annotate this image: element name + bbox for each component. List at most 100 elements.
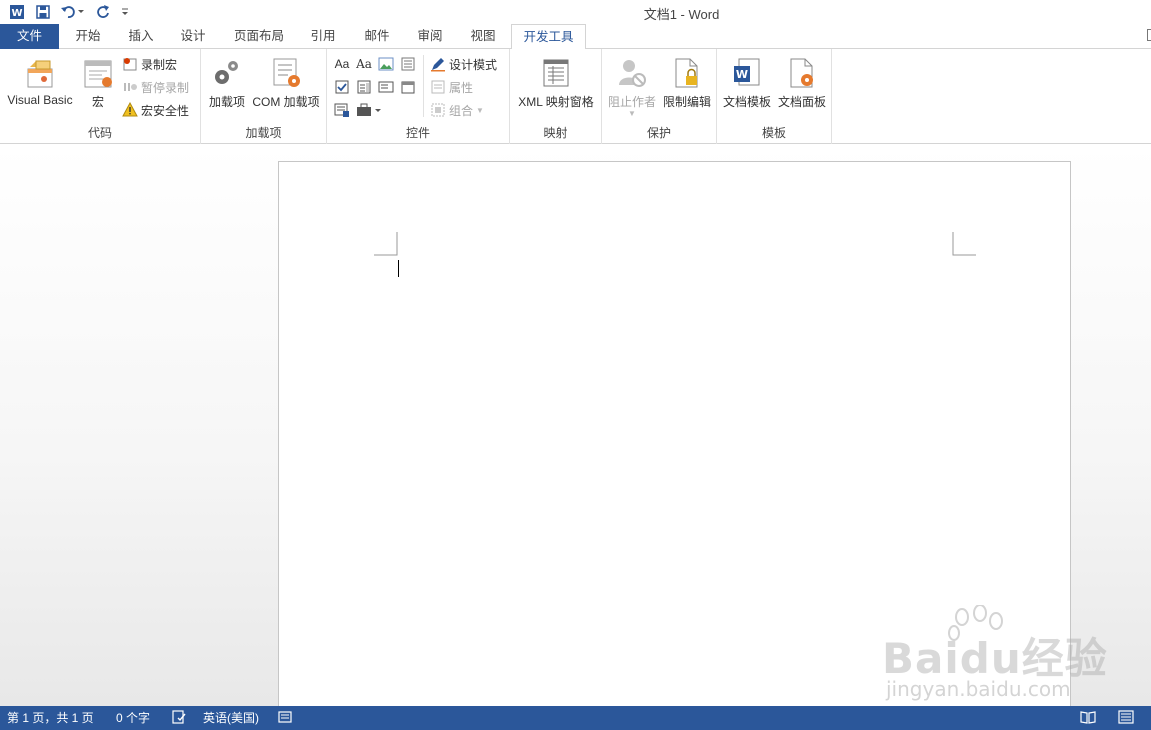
title-bar: W 文档1 - Word: [0, 0, 1151, 24]
document-panel-label: 文档面板: [777, 95, 826, 109]
print-layout-icon[interactable]: [1118, 710, 1134, 726]
svg-text:W: W: [11, 8, 22, 19]
tab-developer[interactable]: 开发工具: [511, 24, 586, 50]
pause-recording-button[interactable]: 暂停录制: [122, 77, 189, 97]
watermark-url: jingyan.baidu.com: [886, 677, 1071, 701]
macros-icon: [81, 53, 115, 89]
warning-icon: [122, 102, 138, 118]
tab-references[interactable]: 引用: [300, 24, 346, 49]
tab-file[interactable]: 文件: [0, 24, 59, 49]
restrict-editing-icon: [670, 53, 704, 89]
com-addins-icon: [269, 53, 303, 89]
document-area: Baidu经验 jingyan.baidu.com: [0, 145, 1151, 706]
block-authors-button[interactable]: 阻止作者 ▼: [606, 53, 658, 118]
watermark: Baidu经验 jingyan.baidu.com: [880, 605, 1120, 705]
tab-view[interactable]: 视图: [460, 24, 506, 49]
margin-corner-top-left: [374, 232, 398, 256]
document-template-icon: W: [730, 53, 764, 89]
customize-qat-icon[interactable]: [118, 2, 132, 22]
group-code-label: 代码: [87, 126, 112, 140]
group-label: 组合: [449, 103, 474, 118]
group-mapping-label: 映射: [543, 126, 568, 140]
tab-page-layout[interactable]: 页面布局: [224, 24, 294, 49]
visual-basic-label: Visual Basic: [7, 93, 73, 107]
group-addins: 加载项 COM 加载项 加载项: [201, 49, 327, 144]
gears-icon: [210, 53, 244, 89]
rich-text-control[interactable]: Aa: [333, 55, 351, 73]
building-block-control-icon[interactable]: [399, 55, 417, 73]
controls-divider: [423, 55, 424, 117]
word-count[interactable]: 0 个字: [116, 710, 150, 726]
save-icon[interactable]: [32, 2, 54, 22]
visual-basic-button[interactable]: Visual Basic: [4, 53, 76, 107]
tab-home[interactable]: 开始: [64, 24, 112, 49]
macro-recording-icon[interactable]: [278, 710, 294, 726]
dropdown-list-control-icon[interactable]: [377, 78, 395, 96]
proofing-icon[interactable]: [171, 710, 187, 726]
properties-label: 属性: [449, 80, 474, 95]
properties-button[interactable]: 属性: [430, 77, 473, 97]
date-picker-control-icon[interactable]: [399, 78, 417, 96]
addins-label: 加载项: [208, 95, 245, 109]
group-templates-label: 模板: [761, 126, 786, 140]
document-panel-button[interactable]: 文档面板: [775, 53, 829, 110]
xml-mapping-pane-button[interactable]: XML 映射窗格: [513, 53, 599, 110]
ribbon-collapse-edge[interactable]: [1147, 29, 1151, 41]
language-indicator[interactable]: 英语(美国): [203, 710, 259, 726]
document-panel-icon: [785, 53, 819, 89]
document-template-label: 文档模板: [722, 95, 771, 109]
restrict-editing-button[interactable]: 限制编辑: [658, 53, 716, 110]
ribbon: Visual Basic 宏 录制宏 暂停录制 宏安全性 代码 加载项 COM …: [0, 49, 1151, 144]
window-title: 文档1 - Word: [643, 7, 720, 22]
ribbon-tabs: 文件 开始 插入 设计 页面布局 引用 邮件 审阅 视图 开发工具: [0, 24, 1151, 50]
page-count[interactable]: 第 1 页，共 1 页: [7, 710, 94, 726]
group-protect-label: 保护: [646, 126, 671, 140]
record-macro-label: 录制宏: [141, 57, 178, 72]
group-button[interactable]: 组合 ▼: [430, 100, 484, 120]
xml-mapping-label: XML 映射窗格: [518, 95, 594, 109]
record-macro-button[interactable]: 录制宏: [122, 54, 177, 74]
record-macro-icon: [122, 56, 138, 72]
quick-access-toolbar: W: [6, 2, 132, 22]
com-addins-label: COM 加载项: [252, 95, 320, 109]
redo-icon[interactable]: [92, 2, 114, 22]
tab-review[interactable]: 审阅: [407, 24, 453, 49]
com-addins-button[interactable]: COM 加载项: [249, 53, 323, 110]
visual-basic-icon: [23, 53, 57, 89]
tab-design[interactable]: 设计: [170, 24, 216, 49]
macro-security-label: 宏安全性: [141, 103, 190, 118]
text-cursor: [398, 260, 399, 277]
group-code: Visual Basic 宏 录制宏 暂停录制 宏安全性 代码: [0, 49, 201, 144]
plain-text-control[interactable]: Aa: [355, 55, 373, 73]
properties-icon: [430, 79, 446, 95]
read-mode-icon[interactable]: [1080, 710, 1096, 726]
macro-security-button[interactable]: 宏安全性: [122, 100, 189, 120]
block-authors-icon: [615, 53, 649, 89]
tab-mailings[interactable]: 邮件: [354, 24, 400, 49]
design-mode-button[interactable]: 设计模式: [430, 54, 497, 74]
word-app-icon[interactable]: W: [6, 2, 28, 22]
addins-button[interactable]: 加载项: [206, 53, 248, 110]
group-protect: 阻止作者 ▼ 限制编辑 保护: [602, 49, 717, 144]
repeating-section-control-icon[interactable]: [333, 101, 351, 119]
combo-box-control-icon[interactable]: [355, 78, 373, 96]
tab-insert[interactable]: 插入: [118, 24, 164, 49]
margin-corner-top-right: [952, 232, 976, 256]
block-authors-label: 阻止作者: [607, 95, 656, 109]
status-bar: 第 1 页，共 1 页 0 个字 英语(美国): [0, 706, 1151, 730]
group-controls-label: 控件: [405, 126, 430, 140]
group-templates: W 文档模板 文档面板 模板: [717, 49, 832, 144]
picture-control-icon[interactable]: [377, 55, 395, 73]
legacy-tools-icon[interactable]: [355, 101, 383, 119]
design-mode-icon: [430, 56, 446, 72]
document-template-button[interactable]: W 文档模板: [721, 53, 773, 110]
group-mapping: XML 映射窗格 映射: [510, 49, 602, 144]
block-authors-dropdown-icon: ▼: [628, 109, 636, 118]
svg-text:W: W: [736, 68, 748, 81]
group-icon: [430, 102, 446, 118]
checkbox-control-icon[interactable]: [333, 78, 351, 96]
group-controls: Aa Aa 设计模式 属性 组合 ▼ 控件: [327, 49, 510, 144]
macros-button[interactable]: 宏: [80, 53, 116, 110]
undo-icon[interactable]: [58, 2, 88, 22]
pause-recording-label: 暂停录制: [141, 80, 190, 95]
